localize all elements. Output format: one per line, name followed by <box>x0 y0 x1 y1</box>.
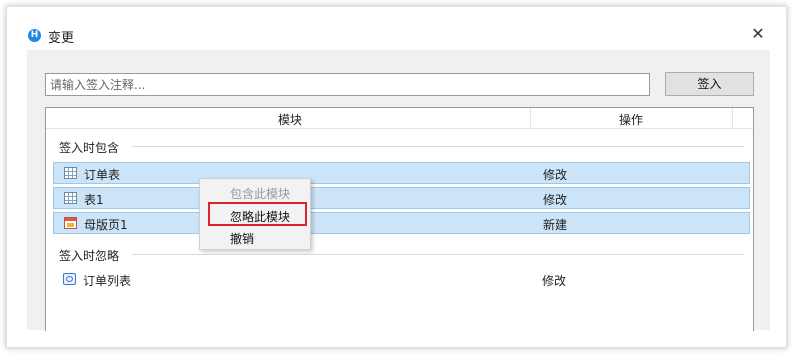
module-action: 新建 <box>543 218 568 232</box>
app-logo-icon: H <box>28 29 41 42</box>
module-name: 订单列表 <box>83 274 132 288</box>
title-bar: H 变更 ✕ <box>7 7 786 46</box>
context-menu: 包含此模块 忽略此模块 撤销 <box>199 178 311 250</box>
module-action: 修改 <box>543 168 568 182</box>
menu-item-include-module: 包含此模块 <box>230 187 291 201</box>
module-action: 修改 <box>543 193 568 207</box>
group-divider <box>132 254 744 255</box>
table-row[interactable]: 母版页1 新建 <box>53 212 750 234</box>
list-icon <box>63 273 76 285</box>
group-ignore-label: 签入时忽略 <box>59 249 120 263</box>
menu-item-ignore-module[interactable]: 忽略此模块 <box>230 208 290 225</box>
module-table: 模块 操作 签入时包含 订单表 修改 表1 修改 母版页1 新建 签入时忽略 订… <box>45 107 754 331</box>
column-divider[interactable] <box>530 108 531 128</box>
table-header: 模块 操作 <box>46 108 753 129</box>
column-header-module[interactable]: 模块 <box>278 111 302 128</box>
group-include-label: 签入时包含 <box>59 141 120 155</box>
close-icon[interactable]: ✕ <box>749 25 767 43</box>
dialog-title: 变更 <box>48 31 75 46</box>
menu-item-revert[interactable]: 撤销 <box>230 230 254 247</box>
column-divider[interactable] <box>732 108 733 128</box>
group-divider <box>132 146 744 147</box>
dialog-content: 签入 模块 操作 签入时包含 订单表 修改 表1 修改 母 <box>27 50 770 331</box>
column-header-action[interactable]: 操作 <box>619 111 643 128</box>
checkin-comment-input[interactable] <box>45 73 650 96</box>
module-name: 表1 <box>84 193 104 207</box>
change-dialog: H 变更 ✕ 签入 模块 操作 签入时包含 订单表 修改 表1 修改 <box>6 6 787 348</box>
master-page-icon <box>64 217 77 229</box>
table-row[interactable]: 订单列表 修改 <box>53 269 750 291</box>
table-row[interactable]: 订单表 修改 <box>53 162 750 184</box>
module-action: 修改 <box>542 274 567 288</box>
module-name: 订单表 <box>84 168 121 182</box>
table-icon <box>64 192 77 204</box>
module-name: 母版页1 <box>84 218 128 232</box>
table-row[interactable]: 表1 修改 <box>53 187 750 209</box>
table-icon <box>64 167 77 179</box>
checkin-button[interactable]: 签入 <box>665 72 754 96</box>
